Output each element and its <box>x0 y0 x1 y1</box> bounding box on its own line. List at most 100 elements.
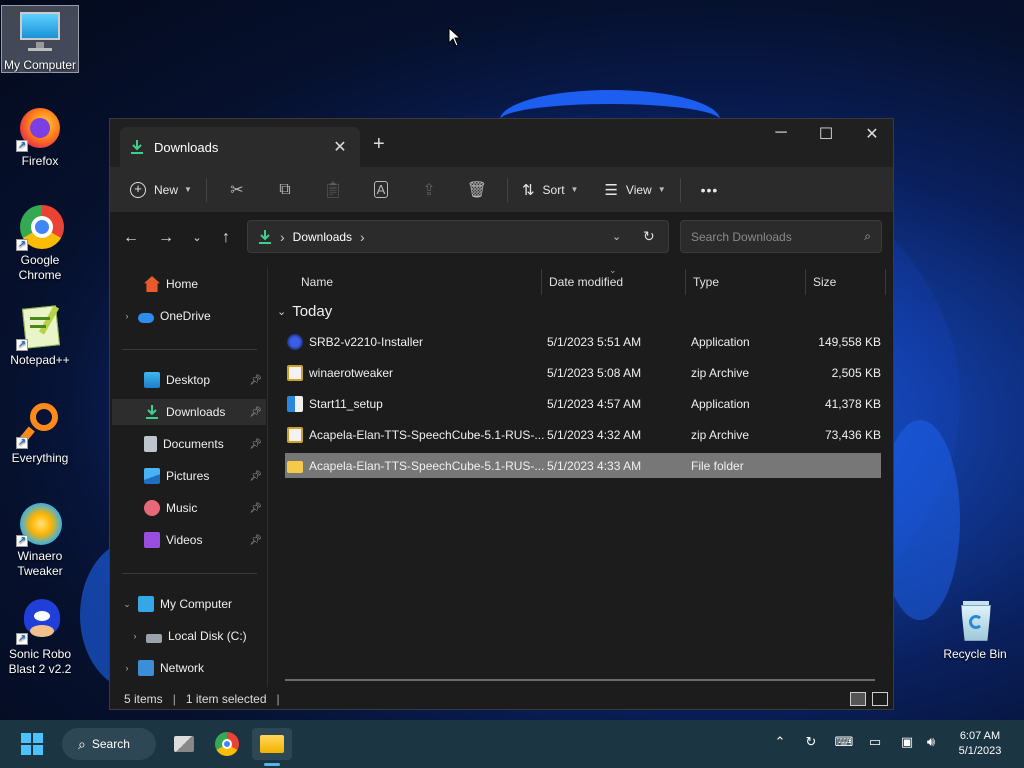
up-button[interactable]: ↑ <box>214 229 238 247</box>
desktop-icon-winaero-tweaker[interactable]: ↗ Winaero Tweaker <box>1 499 79 579</box>
desktop-icon-firefox[interactable]: ↗ Firefox <box>1 104 79 169</box>
start-button[interactable] <box>18 728 46 760</box>
desktop-icon-everything[interactable]: ↗ Everything <box>1 401 79 466</box>
tab-title: Downloads <box>154 139 219 155</box>
pin-icon[interactable]: 📌︎ <box>249 439 262 450</box>
desktop-icon-recycle-bin[interactable]: Recycle Bin <box>936 597 1014 662</box>
desktop-icon-notepadpp[interactable]: ↗ Notepad++ <box>1 303 79 368</box>
sync-icon[interactable]: ↻ <box>800 734 822 750</box>
cut-button[interactable]: ✂ <box>213 174 261 206</box>
network-status-icon[interactable]: ▣ <box>896 734 918 750</box>
desktop-icon-label: Sonic Robo Blast 2 v2.2 <box>8 647 72 676</box>
file-row[interactable]: Acapela-Elan-TTS-SpeechCube-5.1-RUS-... … <box>285 422 881 447</box>
close-tab-icon[interactable]: ✕ <box>330 137 350 157</box>
column-header-size[interactable]: Size <box>813 267 836 297</box>
column-divider[interactable] <box>885 269 886 295</box>
sidebar-item-videos[interactable]: Videos 📌︎ <box>112 527 266 553</box>
breadcrumb-separator: › <box>280 228 285 245</box>
shortcut-arrow-icon: ↗ <box>16 535 28 547</box>
column-header-type[interactable]: Type <box>693 267 719 297</box>
search-box[interactable]: Search Downloads ⌕ <box>680 220 882 253</box>
command-bar: + New ▼ ✂ ⧉ 📋︎ A ⇪ 🗑︎ ⇅ Sort ▼ ☰ View ▼ … <box>110 167 893 213</box>
collapse-chevron-icon[interactable]: ⌄ <box>277 305 286 318</box>
view-button[interactable]: ☰ View ▼ <box>596 174 673 206</box>
column-header-name[interactable]: Name <box>301 267 333 297</box>
file-row[interactable]: winaerotweaker 5/1/2023 5:08 AM zip Arch… <box>285 360 881 385</box>
details-view-toggle[interactable] <box>850 692 866 706</box>
desktop-icon-label: My Computer <box>3 58 77 72</box>
collapse-chevron-icon[interactable]: ⌄ <box>120 599 134 610</box>
breadcrumb-downloads[interactable]: Downloads <box>293 230 352 244</box>
rename-button[interactable]: A <box>357 174 405 206</box>
system-clock[interactable]: 6:07 AM 5/1/2023 <box>940 729 1020 759</box>
address-bar[interactable]: › Downloads › ⌄ ↻ <box>247 220 669 253</box>
sidebar-item-music[interactable]: Music 📌︎ <box>112 495 266 521</box>
paste-button[interactable]: 📋︎ <box>309 174 357 206</box>
sidebar-divider <box>122 349 257 350</box>
recent-locations-button[interactable]: ⌄ <box>185 231 209 244</box>
desktop-icon-my-computer[interactable]: My Computer <box>1 5 79 73</box>
sidebar-item-onedrive[interactable]: › OneDrive <box>112 303 266 329</box>
taskbar-search[interactable]: ⌕ Search <box>62 728 156 760</box>
column-divider[interactable] <box>685 269 686 295</box>
column-divider[interactable] <box>805 269 806 295</box>
pin-icon[interactable]: 📌︎ <box>249 375 262 386</box>
tiles-view-toggle[interactable] <box>872 692 888 706</box>
sidebar-item-my-computer[interactable]: ⌄ My Computer <box>112 591 266 617</box>
show-hidden-icons-button[interactable]: ⌃ <box>769 734 791 750</box>
sidebar-item-home[interactable]: Home <box>112 271 266 297</box>
keyboard-icon[interactable]: ⌨ <box>833 734 855 750</box>
refresh-icon[interactable]: ↻ <box>643 228 655 245</box>
tab-downloads[interactable]: Downloads ✕ <box>120 127 360 167</box>
windows-logo-icon <box>21 733 43 755</box>
back-button[interactable]: ← <box>119 229 143 247</box>
expand-chevron-icon[interactable]: › <box>120 663 134 673</box>
expand-chevron-icon[interactable]: › <box>128 631 142 641</box>
chevron-down-icon: ▼ <box>657 185 666 194</box>
sidebar-item-downloads[interactable]: Downloads 📌︎ <box>112 399 266 425</box>
file-type: zip Archive <box>691 365 750 380</box>
copy-button[interactable]: ⧉ <box>261 174 309 206</box>
sidebar-item-desktop[interactable]: Desktop 📌︎ <box>112 367 266 393</box>
taskbar-chrome[interactable] <box>212 728 242 760</box>
status-bar: 5 items | 1 item selected | <box>110 687 893 709</box>
task-view-button[interactable] <box>170 728 198 760</box>
sidebar-item-network[interactable]: › Network <box>112 655 266 681</box>
more-options-button[interactable]: ••• <box>693 174 727 206</box>
sidebar-item-local-disk[interactable]: › Local Disk (C:) <box>112 623 266 649</box>
pin-icon[interactable]: 📌︎ <box>249 503 262 514</box>
address-dropdown-icon[interactable]: ⌄ <box>612 230 621 243</box>
sidebar-item-pictures[interactable]: Pictures 📌︎ <box>112 463 266 489</box>
taskbar-file-explorer[interactable] <box>252 728 292 766</box>
horizontal-scrollbar[interactable] <box>285 679 875 681</box>
volume-icon[interactable]: 🔊︎ <box>920 734 942 750</box>
sort-button[interactable]: ⇅ Sort ▼ <box>514 174 587 206</box>
everything-search-icon: ↗ <box>16 401 64 449</box>
forward-button[interactable]: → <box>154 229 178 247</box>
share-button[interactable]: ⇪ <box>405 174 453 206</box>
maximize-button[interactable]: ☐ <box>803 124 849 144</box>
sidebar-item-documents[interactable]: Documents 📌︎ <box>112 431 266 457</box>
navigation-pane: Home › OneDrive Desktop 📌︎ Downloads 📌︎ <box>110 267 268 687</box>
file-name: Acapela-Elan-TTS-SpeechCube-5.1-RUS-... <box>309 458 545 473</box>
expand-chevron-icon[interactable]: › <box>120 311 134 321</box>
search-input[interactable]: Search Downloads <box>691 230 864 244</box>
battery-icon[interactable]: ▭ <box>864 734 886 750</box>
minimize-button[interactable]: ─ <box>758 124 804 142</box>
desktop-icon-sonic[interactable]: ↗ Sonic Robo Blast 2 v2.2 <box>1 597 79 677</box>
pin-icon[interactable]: 📌︎ <box>249 407 262 418</box>
file-row[interactable]: SRB2-v2210-Installer 5/1/2023 5:51 AM Ap… <box>285 329 881 354</box>
pin-icon[interactable]: 📌︎ <box>249 471 262 482</box>
group-header-today[interactable]: ⌄ Today <box>277 303 332 320</box>
clock-date: 5/1/2023 <box>958 745 1002 757</box>
desktop-icon-chrome[interactable]: ↗ Google Chrome <box>1 203 79 283</box>
scissors-icon: ✂ <box>230 181 244 199</box>
pin-icon[interactable]: 📌︎ <box>249 535 262 546</box>
column-divider[interactable] <box>541 269 542 295</box>
new-button[interactable]: + New ▼ <box>122 174 200 206</box>
file-row-selected[interactable]: Acapela-Elan-TTS-SpeechCube-5.1-RUS-... … <box>285 453 881 478</box>
new-tab-button[interactable]: + <box>373 133 385 156</box>
delete-button[interactable]: 🗑︎ <box>453 174 501 206</box>
close-window-button[interactable]: ✕ <box>849 124 893 144</box>
file-row[interactable]: Start11_setup 5/1/2023 4:57 AM Applicati… <box>285 391 881 416</box>
